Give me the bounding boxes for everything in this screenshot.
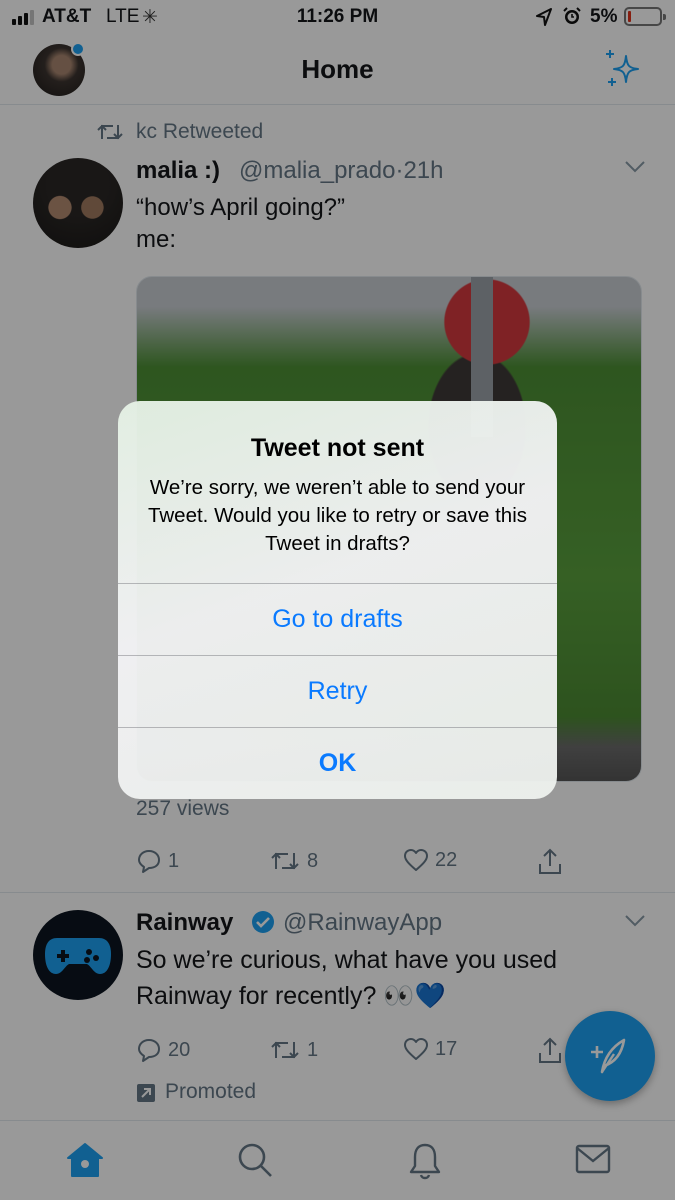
go-to-drafts-button[interactable]: Go to drafts	[118, 584, 557, 655]
retry-button[interactable]: Retry	[118, 656, 557, 727]
ok-button[interactable]: OK	[118, 728, 557, 799]
alert-message: We’re sorry, we weren’t able to send you…	[147, 476, 528, 555]
alert-title: Tweet not sent	[250, 434, 425, 462]
tweet-not-sent-alert: Tweet not sent We’re sorry, we weren’t a…	[118, 401, 557, 799]
